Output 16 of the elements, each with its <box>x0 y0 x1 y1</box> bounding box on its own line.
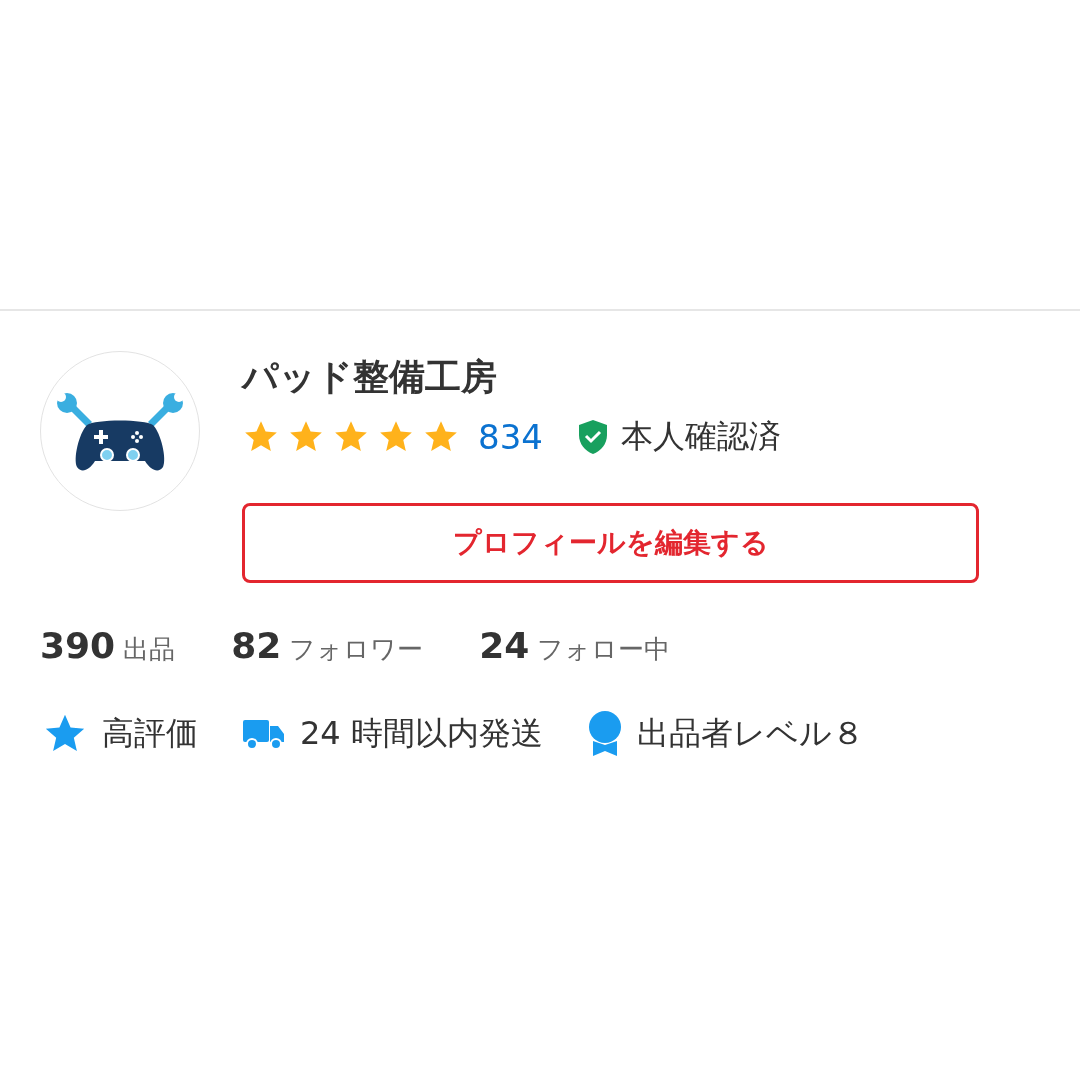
shop-name: パッド整備工房 <box>242 359 498 395</box>
ribbon-icon <box>586 711 623 757</box>
stat-count[interactable]: 82 <box>231 625 282 666</box>
stat-count[interactable]: 390 <box>40 625 116 666</box>
stat-label[interactable]: フォロワー <box>289 632 424 667</box>
shield-check-icon <box>576 419 609 455</box>
stat-count[interactable]: 24 <box>479 625 530 666</box>
stat-label[interactable]: フォロー中 <box>537 632 671 667</box>
badge-label: 高評価 <box>102 713 198 754</box>
stat-label[interactable]: 出品 <box>123 632 176 667</box>
edit-profile-button[interactable]: プロフィールを編集する <box>242 503 979 583</box>
truck-icon <box>242 717 286 751</box>
badge-label: 出品者レベル８ <box>636 713 864 754</box>
review-count[interactable]: 834 <box>478 417 543 457</box>
badge-label: 24 時間以内発送 <box>300 713 543 754</box>
verified-label: 本人確認済 <box>620 416 781 457</box>
